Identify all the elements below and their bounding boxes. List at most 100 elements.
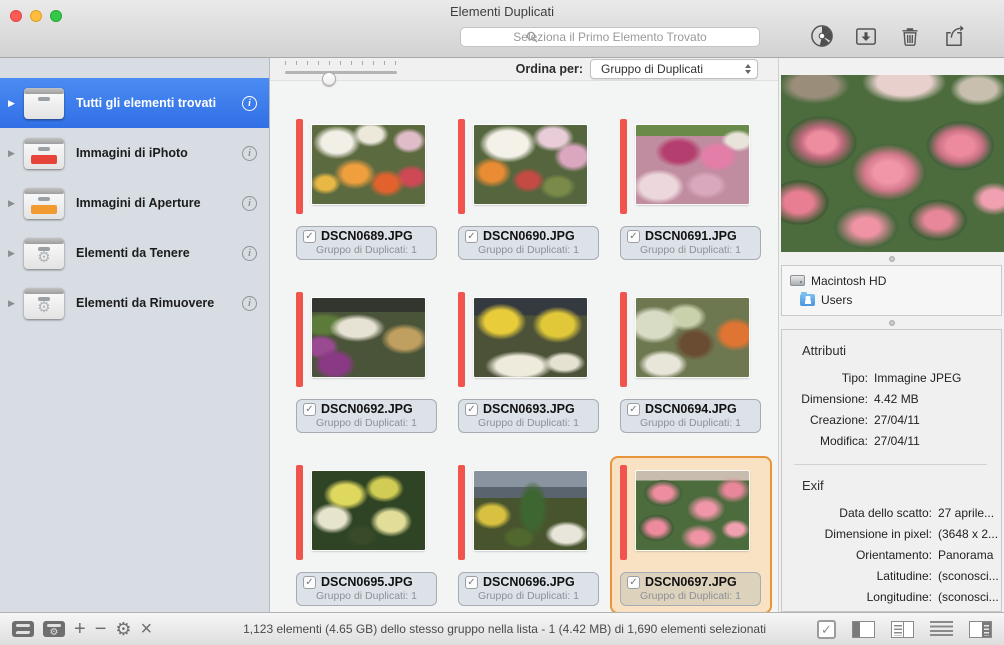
disclosure-triangle-icon[interactable]: ▶	[8, 148, 20, 159]
file-label[interactable]: ✓ DSCN0694.JPG Gruppo di Duplicati: 1	[620, 399, 761, 433]
box-icon	[24, 87, 64, 119]
thumbnail-size-slider[interactable]	[285, 60, 397, 86]
file-label[interactable]: ✓ DSCN0695.JPG Gruppo di Duplicati: 1	[296, 572, 437, 606]
duplicate-item-selected[interactable]: ✓ DSCN0697.JPG Gruppo di Duplicati: 1	[610, 456, 772, 612]
burn-icon[interactable]	[808, 22, 836, 50]
duplicate-marker-bar	[296, 119, 303, 214]
thumbnail-image[interactable]	[474, 125, 587, 204]
file-checkbox[interactable]: ✓	[303, 575, 316, 589]
thumbnail-image[interactable]	[474, 298, 587, 377]
duplicate-item[interactable]: ✓ DSCN0690.JPG Gruppo di Duplicati: 1	[448, 110, 610, 268]
file-group: Gruppo di Duplicati: 1	[478, 417, 579, 429]
sort-select[interactable]: Gruppo di Duplicati	[590, 59, 758, 79]
gearbox-icon[interactable]	[43, 621, 65, 638]
file-checkbox[interactable]: ✓	[627, 402, 640, 416]
slider-thumb[interactable]	[322, 72, 336, 86]
view-sidebar-icon[interactable]	[852, 620, 875, 638]
duplicate-item[interactable]: ✓ DSCN0696.JPG Gruppo di Duplicati: 1	[448, 456, 610, 612]
sidebar-item-label: Tutti gli elementi trovati	[76, 96, 217, 110]
thumbnail-image[interactable]	[636, 125, 749, 204]
info-icon[interactable]: i	[242, 95, 257, 111]
thumbnail-image[interactable]	[474, 471, 587, 550]
disclosure-triangle-icon[interactable]: ▶	[8, 198, 20, 209]
thumbnail-image[interactable]	[312, 471, 425, 550]
sort-by-label: Ordina per:	[515, 62, 583, 76]
view-list-icon[interactable]	[930, 620, 953, 638]
file-checkbox[interactable]: ✓	[627, 229, 640, 243]
close-icon[interactable]: ×	[141, 619, 153, 639]
thumbnail-image[interactable]	[312, 298, 425, 377]
sidebar-item-elementi-da-rimuovere[interactable]: ▶ ⚙ Elementi da Rimuovere i	[0, 278, 269, 328]
file-label[interactable]: ✓ DSCN0691.JPG Gruppo di Duplicati: 1	[620, 226, 761, 260]
exif-row: Longitudine: (sconosci...	[788, 587, 999, 608]
slider-track[interactable]	[285, 71, 397, 74]
disclosure-triangle-icon[interactable]: ▶	[8, 98, 20, 109]
status-bar: + − ⚙ × 1,123 elementi (4.65 GB) dello s…	[0, 612, 1004, 645]
share-icon[interactable]	[940, 22, 968, 50]
info-icon[interactable]: i	[242, 245, 257, 261]
disclosure-triangle-icon[interactable]: ▶	[8, 248, 20, 259]
info-icon[interactable]: i	[242, 295, 257, 311]
window-title: Elementi Duplicati	[449, 4, 555, 19]
content-area: ▶ Tutti gli elementi trovati i ▶ Immagin…	[0, 58, 1004, 612]
search-input[interactable]	[460, 27, 760, 47]
path-folder-row[interactable]: Users	[790, 290, 993, 309]
file-label[interactable]: ✓ DSCN0696.JPG Gruppo di Duplicati: 1	[458, 572, 599, 606]
file-label[interactable]: ✓ DSCN0693.JPG Gruppo di Duplicati: 1	[458, 399, 599, 433]
duplicate-item[interactable]: ✓ DSCN0693.JPG Gruppo di Duplicati: 1	[448, 283, 610, 441]
sidebar-item-immagini-di-aperture[interactable]: ▶ Immagini di Aperture i	[0, 178, 269, 228]
file-label[interactable]: ✓ DSCN0689.JPG Gruppo di Duplicati: 1	[296, 226, 437, 260]
file-checkbox[interactable]: ✓	[465, 575, 478, 589]
select-all-checkbox[interactable]: ✓	[817, 619, 836, 639]
file-label[interactable]: ✓ DSCN0692.JPG Gruppo di Duplicati: 1	[296, 399, 437, 433]
thumbnail-image[interactable]	[312, 125, 425, 204]
file-checkbox[interactable]: ✓	[303, 402, 316, 416]
file-label[interactable]: ✓ DSCN0697.JPG Gruppo di Duplicati: 1	[620, 572, 761, 606]
status-text: 1,123 elementi (4.65 GB) dello stesso gr…	[243, 622, 767, 636]
info-icon[interactable]: i	[242, 195, 257, 211]
file-checkbox[interactable]: ✓	[465, 229, 478, 243]
exif-value: (sconosci...	[938, 569, 999, 583]
file-label[interactable]: ✓ DSCN0690.JPG Gruppo di Duplicati: 1	[458, 226, 599, 260]
sidebar-item-immagini-di-iphoto[interactable]: ▶ Immagini di iPhoto i	[0, 128, 269, 178]
trash-icon[interactable]	[896, 22, 924, 50]
file-name: DSCN0694.JPG	[645, 402, 737, 416]
sidebar-item-elementi-da-tenere[interactable]: ▶ ⚙ Elementi da Tenere i	[0, 228, 269, 278]
file-checkbox[interactable]: ✓	[465, 402, 478, 416]
duplicate-item[interactable]: ✓ DSCN0691.JPG Gruppo di Duplicati: 1	[610, 110, 772, 268]
attribute-row: Tipo: Immagine JPEG	[788, 368, 993, 389]
archive-down-icon[interactable]	[852, 22, 880, 50]
splitter-handle[interactable]	[779, 252, 1004, 265]
exif-row: Data dello scatto: 27 aprile...	[788, 503, 994, 524]
info-icon[interactable]: i	[242, 145, 257, 161]
sidebar-item-tutti-gli-elementi-trovati[interactable]: ▶ Tutti gli elementi trovati i	[0, 78, 269, 128]
exif-value: (sconosci...	[938, 590, 999, 604]
duplicate-item[interactable]: ✓ DSCN0695.JPG Gruppo di Duplicati: 1	[286, 456, 448, 612]
file-checkbox[interactable]: ✓	[303, 229, 316, 243]
duplicate-marker-bar	[620, 465, 627, 560]
app-window: Elementi Duplicati Seleziona il Primo El…	[0, 0, 1004, 645]
minus-icon[interactable]: −	[95, 619, 107, 639]
file-group: Gruppo di Duplicati: 1	[640, 590, 741, 602]
thumbnail-image[interactable]	[636, 471, 749, 550]
gear-icon[interactable]: ⚙	[115, 620, 131, 638]
search-field[interactable]	[460, 27, 760, 47]
view-split-icon[interactable]	[891, 620, 914, 638]
file-checkbox[interactable]: ✓	[627, 575, 640, 589]
plus-icon[interactable]: +	[74, 619, 86, 639]
duplicate-item[interactable]: ✓ DSCN0694.JPG Gruppo di Duplicati: 1	[610, 283, 772, 441]
disclosure-triangle-icon[interactable]: ▶	[8, 298, 20, 309]
thumbnail-image[interactable]	[636, 298, 749, 377]
path-volume-row[interactable]: Macintosh HD	[790, 271, 993, 290]
splitter-handle[interactable]	[779, 316, 1004, 329]
duplicate-item[interactable]: ✓ DSCN0692.JPG Gruppo di Duplicati: 1	[286, 283, 448, 441]
hard-drive-icon	[790, 275, 805, 286]
preview-image[interactable]	[781, 75, 1004, 252]
title-bar: Elementi Duplicati	[0, 0, 1004, 58]
chevron-updown-icon	[745, 64, 751, 74]
view-detail-icon[interactable]	[969, 620, 992, 638]
exif-row: Latitudine: (sconosci...	[788, 566, 999, 587]
sort-select-value: Gruppo di Duplicati	[601, 62, 704, 76]
toolbox-icon[interactable]	[12, 621, 34, 637]
duplicate-item[interactable]: ✓ DSCN0689.JPG Gruppo di Duplicati: 1	[286, 110, 448, 268]
